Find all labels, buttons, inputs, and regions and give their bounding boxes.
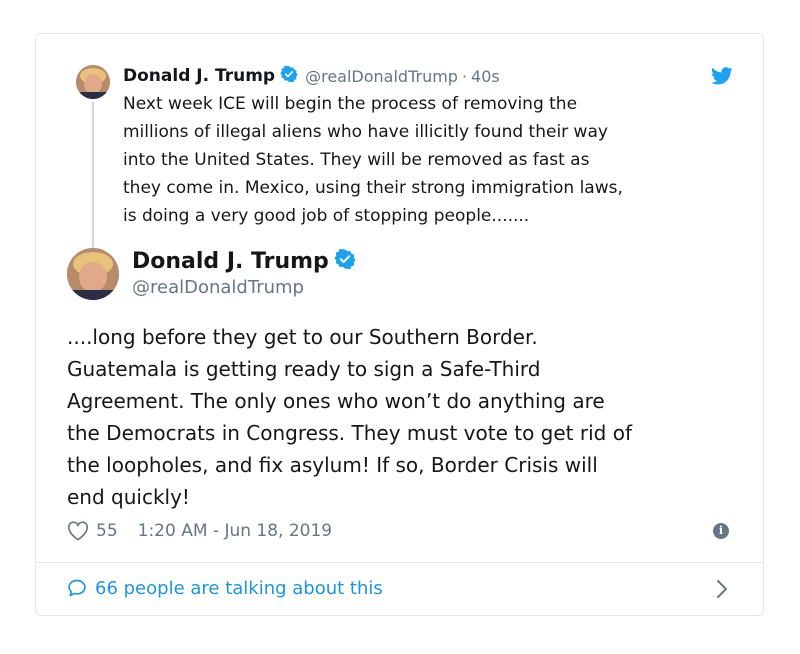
verified-badge-icon xyxy=(280,65,298,87)
main-tweet-text: ....long before they get to our Southern… xyxy=(67,325,632,509)
like-count[interactable]: 55 xyxy=(96,521,118,541)
footer-divider xyxy=(36,562,763,563)
main-tweet-header: Donald J. Trump xyxy=(132,248,356,274)
tweet-timestamp[interactable]: 1:20 AM - Jun 18, 2019 xyxy=(138,521,333,541)
main-author-handle[interactable]: @realDonaldTrump xyxy=(132,277,304,298)
quoted-author-handle[interactable]: @realDonaldTrump xyxy=(305,67,458,86)
tweet-meta-row: 55 1:20 AM - Jun 18, 2019 xyxy=(67,518,332,544)
twitter-bird-icon[interactable] xyxy=(711,67,733,85)
quoted-tweet-header: Donald J. Trump @realDonaldTrump · 40s xyxy=(123,64,500,88)
verified-badge-icon xyxy=(334,248,356,274)
header-separator: · xyxy=(461,66,468,86)
main-author-avatar[interactable] xyxy=(67,248,119,300)
tweet-embed-card: Donald J. Trump @realDonaldTrump · 40s N… xyxy=(35,33,764,616)
comment-bubble-icon xyxy=(67,578,87,598)
talking-about-link[interactable]: 66 people are talking about this xyxy=(67,575,383,601)
talking-about-text: 66 people are talking about this xyxy=(95,577,383,599)
chevron-right-icon[interactable] xyxy=(716,579,728,599)
info-icon[interactable]: i xyxy=(713,523,729,539)
main-author-name[interactable]: Donald J. Trump xyxy=(132,249,329,274)
thread-connector-line xyxy=(92,102,94,248)
quoted-author-avatar[interactable] xyxy=(76,65,110,99)
heart-icon[interactable] xyxy=(67,521,89,541)
quoted-tweet-text: Next week ICE will begin the process of … xyxy=(123,94,623,226)
quoted-tweet-time[interactable]: 40s xyxy=(471,67,500,86)
quoted-author-name[interactable]: Donald J. Trump xyxy=(123,66,275,86)
